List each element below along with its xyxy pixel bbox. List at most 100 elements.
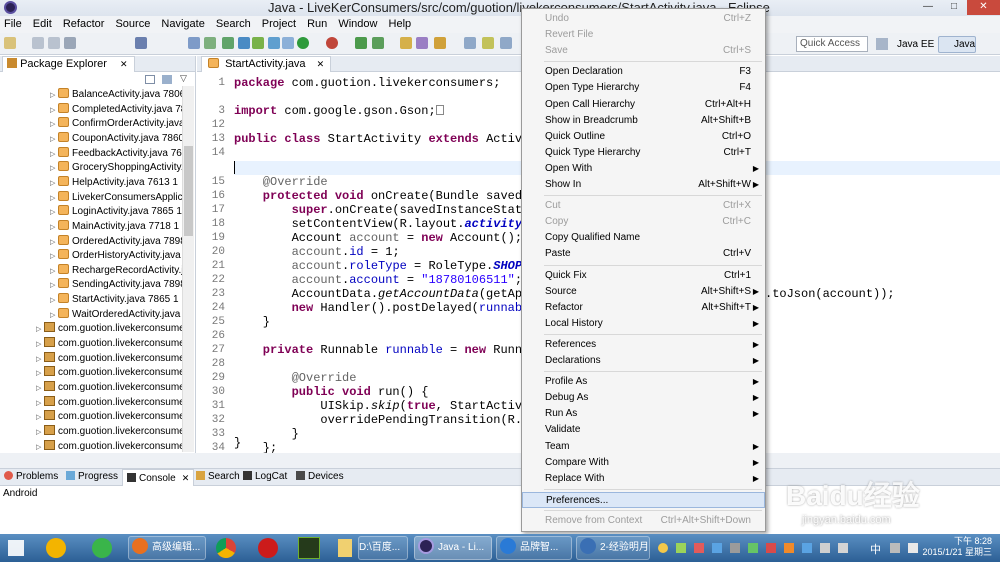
device-icon[interactable] (238, 37, 250, 49)
link-icon[interactable] (135, 37, 147, 49)
tree-item-package[interactable]: ▷ com.guotion.livekerconsume (0, 424, 182, 440)
tray-icon[interactable] (802, 543, 812, 553)
tray-icon[interactable] (730, 543, 740, 553)
tree-item-package[interactable]: ▷ com.guotion.livekerconsume (0, 351, 182, 367)
menu-item-quick-type-hierarchy[interactable]: Quick Type Hierarchy Ctrl+T (522, 145, 765, 161)
tree-item-package[interactable]: ▷ com.guotion.livekerconsume (0, 395, 182, 411)
search-tool-icon[interactable] (416, 37, 428, 49)
tab-problems[interactable]: Problems (4, 469, 58, 486)
menu-refactor[interactable]: Refactor (59, 16, 109, 33)
run-icon[interactable] (297, 37, 309, 49)
menu-item-run-as[interactable]: Run As ▶ (522, 406, 765, 422)
new-class-icon[interactable] (372, 37, 384, 49)
menu-item-show-in[interactable]: Show In Alt+Shift+W ▶ (522, 177, 765, 193)
tree-item-java-file[interactable]: ▷ LoginActivity.java 7865 1 (0, 205, 182, 220)
task-jingyan[interactable]: 2-经验明月 (576, 536, 650, 560)
menu-item-team[interactable]: Team ▶ (522, 439, 765, 455)
menu-item-paste[interactable]: Paste Ctrl+V (522, 246, 765, 262)
menu-item-quick-fix[interactable]: Quick Fix Ctrl+1 (522, 268, 765, 284)
tree-item-java-file[interactable]: ▷ WaitOrderedActivity.java (0, 307, 182, 323)
opera-icon[interactable] (258, 538, 278, 558)
tab-startactivity-java[interactable]: StartActivity.java ✕ (201, 56, 332, 72)
minimize-button[interactable]: — (915, 0, 941, 15)
menu-item-show-in-breadcrumb[interactable]: Show in Breadcrumb Alt+Shift+B (522, 113, 765, 129)
menu-item-references[interactable]: References ▶ (522, 337, 765, 353)
tab-logcat[interactable]: LogCat (243, 469, 287, 486)
tray-icon[interactable] (748, 543, 758, 553)
tab-console[interactable]: Console ✕ (122, 469, 195, 486)
view-menu-icon[interactable]: ▽ (180, 73, 187, 84)
menu-item-declarations[interactable]: Declarations ▶ (522, 353, 765, 369)
menu-item-quick-outline[interactable]: Quick Outline Ctrl+O (522, 129, 765, 145)
tray-icon[interactable] (890, 543, 900, 553)
tray-icon[interactable] (712, 543, 722, 553)
folder-icon[interactable] (338, 539, 352, 557)
tree-item-package[interactable]: ▷ com.guotion.livekerconsume (0, 337, 182, 352)
tray-icon[interactable] (820, 543, 830, 553)
windows-start-icon[interactable] (8, 540, 24, 556)
open-type-icon[interactable] (400, 37, 412, 49)
open-perspective-icon[interactable] (876, 38, 888, 50)
save-icon[interactable] (32, 37, 44, 49)
menu-item-source[interactable]: Source Alt+Shift+S ▶ (522, 284, 765, 300)
external-tools-icon[interactable] (355, 37, 367, 49)
tree-item-java-file[interactable]: ▷ SendingActivity.java 7898 (0, 278, 182, 293)
tree-item-java-file[interactable]: ▷ FeedbackActivity.java 761 (0, 146, 182, 162)
tree-item-java-file[interactable]: ▷ GroceryShoppingActivity.j (0, 161, 182, 176)
link-editor-icon[interactable] (162, 75, 172, 84)
tree-item-java-file[interactable]: ▷ CompletedActivity.java 78 (0, 102, 182, 118)
marker-icon[interactable] (482, 37, 494, 49)
menu-item-open-declaration[interactable]: Open Declaration F3 (522, 64, 765, 80)
menu-item-copy-qualified-name[interactable]: Copy Qualified Name (522, 230, 765, 246)
package-explorer-scrollbar[interactable] (182, 86, 194, 452)
menu-item-open-with[interactable]: Open With ▶ (522, 161, 765, 177)
tree-item-package[interactable]: ▷ com.guotion.livekerconsume (0, 410, 182, 425)
tree-item-java-file[interactable]: ▷ OrderedActivity.java 7898 (0, 234, 182, 250)
app-360-icon[interactable] (46, 538, 66, 558)
close-icon[interactable]: ✕ (317, 59, 325, 69)
tree-item-java-file[interactable]: ▷ StartActivity.java 7865 1 (0, 293, 182, 308)
menu-item-preferences[interactable]: Preferences... (522, 491, 765, 508)
maximize-button[interactable]: □ (941, 0, 967, 15)
dreamweaver-icon[interactable] (298, 537, 320, 559)
tree-item-package[interactable]: ▷ com.guotion.livekerconsume (0, 366, 182, 381)
task-brand[interactable]: 品牌智... (496, 536, 572, 560)
task-eclipse[interactable]: Java - Li... (414, 536, 492, 560)
prev-edit-icon[interactable] (464, 37, 476, 49)
menu-source[interactable]: Source (111, 16, 154, 33)
app-refresh-icon[interactable] (92, 538, 112, 558)
avd-manager-icon[interactable] (282, 37, 294, 49)
menu-item-validate[interactable]: Validate (522, 422, 765, 438)
tree-item-package[interactable]: ▷ com.guotion.livekerconsume (0, 322, 182, 337)
tab-devices[interactable]: Devices (296, 469, 344, 486)
menu-navigate[interactable]: Navigate (157, 16, 208, 33)
menu-run[interactable]: Run (303, 16, 331, 33)
tree-item-package[interactable]: ▷ com.guotion.livekerconsume (0, 381, 182, 396)
close-window-button[interactable]: ✕ (967, 0, 1000, 15)
perspective-java-ee[interactable]: Java EE (897, 38, 934, 51)
menu-item-profile-as[interactable]: Profile As ▶ (522, 374, 765, 390)
toggle-icon[interactable] (188, 37, 200, 49)
tree-item-java-file[interactable]: ▷ LivekerConsumersApplica (0, 190, 182, 206)
tree-item-java-file[interactable]: ▷ BalanceActivity.java 7806 (0, 88, 182, 103)
new-icon[interactable] (4, 37, 16, 49)
menu-item-replace-with[interactable]: Replace With ▶ (522, 471, 765, 487)
tree-item-java-file[interactable]: ▷ CouponActivity.java 7860 (0, 131, 182, 147)
menu-window[interactable]: Window (334, 16, 381, 33)
tree-item-java-file[interactable]: ▷ RechargeRecordActivity.j (0, 263, 182, 279)
annotation-icon[interactable] (434, 37, 446, 49)
quick-access-input[interactable]: Quick Access (796, 36, 868, 52)
tray-icon[interactable] (676, 543, 686, 553)
tray-icon[interactable] (784, 543, 794, 553)
menu-item-local-history[interactable]: Local History ▶ (522, 316, 765, 332)
tray-icon[interactable] (766, 543, 776, 553)
debug-icon[interactable] (326, 37, 338, 49)
tab-progress[interactable]: Progress (66, 469, 118, 486)
menu-search[interactable]: Search (212, 16, 255, 33)
tray-icon[interactable] (838, 543, 848, 553)
menu-edit[interactable]: Edit (29, 16, 56, 33)
menu-item-debug-as[interactable]: Debug As ▶ (522, 390, 765, 406)
tray-icon[interactable] (694, 543, 704, 553)
ime-indicator[interactable]: 中 (870, 541, 881, 557)
menu-item-compare-with[interactable]: Compare With ▶ (522, 455, 765, 471)
